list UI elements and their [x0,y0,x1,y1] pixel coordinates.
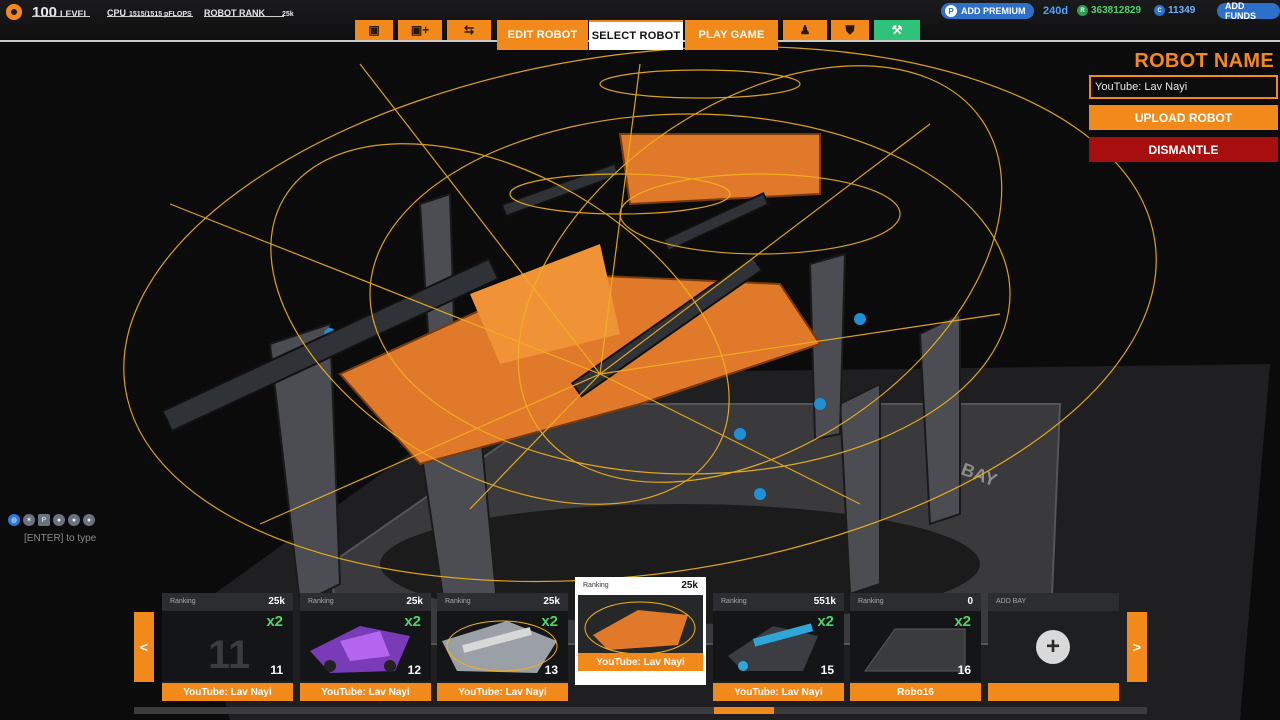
level-value: 100 [32,4,58,21]
bay-robot-name: YouTube: Lav Nayi [713,683,844,701]
bonus-multiplier: x2 [954,613,971,630]
robits-icon: R [1077,5,1088,16]
cosmetic-credits-icon: C [1154,5,1165,16]
robot-name-input[interactable] [1089,75,1278,99]
ranking-value: 551k [813,596,836,607]
premium-icon: P [945,5,957,17]
tab-select-robot[interactable]: SELECT ROBOT [589,20,683,50]
ranking-value: 25k [681,580,698,591]
garage-icon[interactable]: ⚒ [874,20,920,40]
robot-name-title: ROBOT NAME [1134,50,1274,72]
upload-robot-button[interactable]: UPLOAD ROBOT [1089,105,1278,130]
bay-robot-name: YouTube: Lav Nayi [300,683,431,701]
player-icon[interactable]: ● [53,514,65,526]
ranking-label: Ranking [721,598,747,605]
next-bay-button[interactable]: > [1127,612,1147,682]
ranking-value: 25k [543,596,560,607]
cube-plus-icon[interactable]: ▣+ [398,20,442,40]
level-label: LEVEL [60,9,90,19]
connector-icon[interactable]: ⇆ [447,20,491,40]
add-funds-button[interactable]: ADD FUNDS [1217,1,1280,21]
ranking-label: Ranking [445,598,471,605]
bonus-multiplier: x2 [817,613,834,630]
level-underline [32,16,90,17]
friends-icon[interactable]: ● [68,514,80,526]
bonus-multiplier: x2 [404,613,421,630]
bay-robot-name: YouTube: Lav Nayi [578,653,703,671]
party-chat-icon[interactable]: ✶ [23,514,35,526]
garage-bay[interactable]: Ranking 25k x2 12 YouTube: Lav Nayi [300,593,431,701]
add-bay-label: ADD BAY [996,598,1027,605]
tab-play-game[interactable]: PLAY GAME [685,20,778,50]
add-bay-footer [988,683,1119,701]
tab-edit-robot[interactable]: EDIT ROBOT [497,20,588,50]
cube-icon[interactable]: ▣ [355,20,393,40]
premium-chat-icon[interactable]: P [38,514,50,526]
bonus-multiplier: x2 [541,613,558,630]
add-premium-button[interactable]: P ADD PREMIUM [941,3,1034,19]
bay-number: 12 [407,663,421,677]
bay-number: 11 [270,663,283,677]
robot-thumbnail [578,595,703,662]
shield-icon[interactable]: ⛊ [831,20,869,40]
add-bay-slot[interactable]: ADD BAY + [988,593,1119,701]
bay-robot-name: Robo16 [850,683,981,701]
bay-thumbnail [578,595,703,662]
robits-value: 363812829 [1091,5,1142,16]
prev-bay-button[interactable]: < [134,612,154,682]
ranking-value: 0 [967,596,973,607]
rank-underline [204,16,284,17]
ranking-label: Ranking [583,582,609,589]
bay-scrollbar-thumb[interactable] [714,707,774,714]
bay-number: 16 [957,663,971,677]
clan-icon[interactable]: ● [83,514,95,526]
ranking-label: Ranking [170,598,196,605]
ranking-value: 25k [268,596,285,607]
bay-number: 15 [820,663,834,677]
cosmetic-credits-value: 11349 [1168,5,1196,16]
empty-bay-number: 11 [208,633,251,677]
premium-days: 240d [1043,5,1069,17]
cosmetic-credits-balance: C 11349 [1154,5,1195,16]
ranking-label: Ranking [308,598,334,605]
bay-scrollbar[interactable] [134,707,1147,714]
garage-bay-selected[interactable]: Ranking 25k YouTube: Lav Nayi [575,577,706,685]
chat-input-hint[interactable]: [ENTER] to type [24,533,96,544]
ranking-label: Ranking [858,598,884,605]
ranking-value: 25k [406,596,423,607]
dismantle-button[interactable]: DISMANTLE [1089,137,1278,162]
chat-channels: ◍ ✶ P ● ● ● [8,514,95,526]
bonus-multiplier: x2 [266,613,283,630]
add-premium-label: ADD PREMIUM [961,6,1026,16]
garage-bay[interactable]: Ranking 25k x2 13 YouTube: Lav Nayi [437,593,568,701]
bay-robot-name: YouTube: Lav Nayi [437,683,568,701]
top-bar: 100 LEVEL CPU 1515/1515 pFLOPS ROBOT RAN… [0,0,1280,50]
garage-bay[interactable]: Ranking 0 x2 16 Robo16 [850,593,981,701]
cpu-underline [107,16,193,17]
player-level: 100 LEVEL [32,4,89,21]
gear-icon[interactable] [6,4,22,20]
avatar-icon[interactable]: ♟ [783,20,827,40]
globe-icon[interactable]: ◍ [8,514,20,526]
robits-balance: R 363812829 [1077,5,1141,16]
garage-bay[interactable]: Ranking 551k x2 15 YouTube: Lav Nayi [713,593,844,701]
plus-icon[interactable]: + [1036,630,1070,664]
bay-number: 13 [544,663,558,677]
garage-bay[interactable]: Ranking 25k 11 x2 11 YouTube: Lav Nayi [162,593,293,701]
bay-robot-name: YouTube: Lav Nayi [162,683,293,701]
